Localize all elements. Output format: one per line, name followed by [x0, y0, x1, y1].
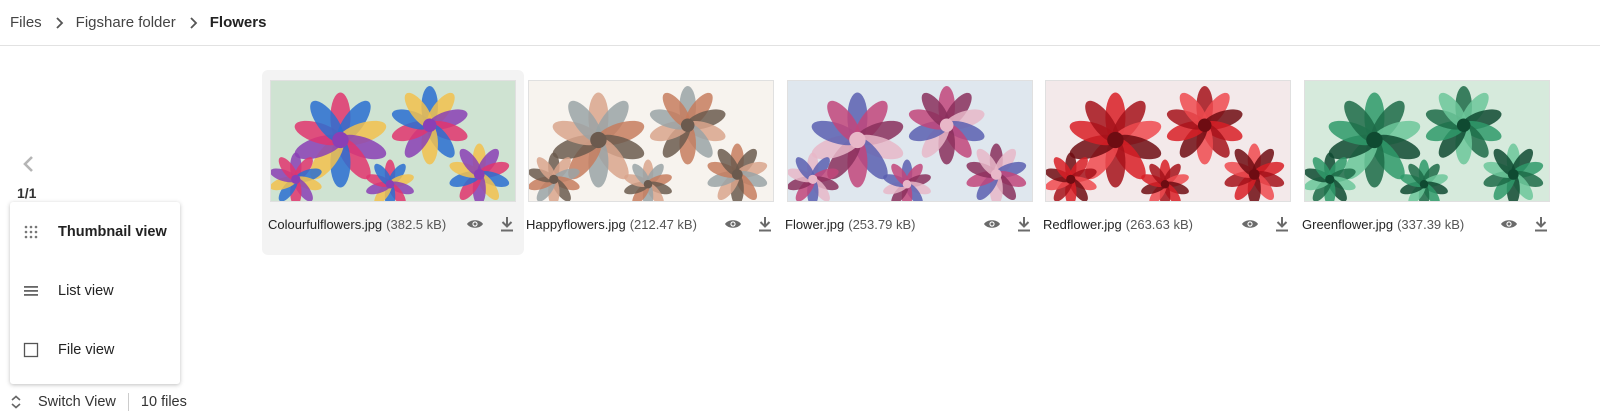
file-card[interactable]: Redflower.jpg (263.63 kB)	[1037, 70, 1299, 255]
file-thumbnail[interactable]	[787, 80, 1033, 202]
download-icon[interactable]	[1530, 214, 1552, 234]
header-divider	[0, 45, 1600, 46]
download-icon[interactable]	[1271, 214, 1293, 234]
chevron-right-icon	[54, 16, 64, 29]
download-icon[interactable]	[1013, 214, 1035, 234]
breadcrumb: Files Figshare folder Flowers	[10, 0, 1600, 45]
thumbnail-grid: Colourfulflowers.jpg (382.5 kB) Happyflo…	[262, 70, 1600, 255]
menu-item-label: List view	[58, 283, 114, 299]
file-name: Colourfulflowers.jpg	[268, 216, 383, 232]
file-size: (337.39 kB)	[1397, 216, 1465, 232]
square-icon	[21, 340, 41, 360]
file-thumbnail[interactable]	[528, 80, 774, 202]
file-size: (253.79 kB)	[848, 216, 916, 232]
menu-item-label: File view	[58, 342, 115, 358]
file-card[interactable]: Happyflowers.jpg (212.47 kB)	[520, 70, 782, 255]
switch-view-button[interactable]: Switch View	[8, 394, 116, 410]
view-menu: Thumbnail view List view File view	[10, 202, 180, 384]
file-card[interactable]: Flower.jpg (253.79 kB)	[779, 70, 1041, 255]
switch-view-label: Switch View	[38, 394, 116, 410]
menu-item-thumbnail-view[interactable]: Thumbnail view	[10, 202, 180, 262]
file-count: 10 files	[140, 394, 187, 410]
breadcrumb-figshare-folder[interactable]: Figshare folder	[76, 14, 176, 31]
file-name: Greenflower.jpg	[1302, 216, 1394, 232]
file-card[interactable]: Greenflower.jpg (337.39 kB)	[1296, 70, 1558, 255]
eye-icon[interactable]	[722, 214, 744, 234]
file-size: (263.63 kB)	[1125, 216, 1193, 232]
page-indicator: 1/1	[17, 185, 37, 201]
file-name: Flower.jpg	[785, 216, 845, 232]
chevron-right-icon	[188, 16, 198, 29]
breadcrumb-current: Flowers	[209, 14, 267, 31]
download-icon[interactable]	[754, 214, 776, 234]
download-icon[interactable]	[496, 214, 518, 234]
file-size: (212.47 kB)	[629, 216, 697, 232]
eye-icon[interactable]	[1498, 214, 1520, 234]
menu-item-file-view[interactable]: File view	[10, 320, 180, 380]
breadcrumb-files[interactable]: Files	[10, 14, 42, 31]
file-thumbnail[interactable]	[1304, 80, 1550, 202]
chevron-left-icon[interactable]	[18, 154, 38, 174]
menu-item-label: Thumbnail view	[58, 224, 167, 240]
eye-icon[interactable]	[1239, 214, 1261, 234]
file-size: (382.5 kB)	[386, 216, 447, 232]
file-thumbnail[interactable]	[270, 80, 516, 202]
grid-dots-icon	[21, 222, 41, 242]
footer-divider	[127, 393, 129, 411]
footer-bar: Switch View 10 files	[8, 391, 187, 413]
file-name: Redflower.jpg	[1043, 216, 1122, 232]
file-name: Happyflowers.jpg	[526, 216, 626, 232]
unfold-icon	[8, 394, 24, 410]
file-card[interactable]: Colourfulflowers.jpg (382.5 kB)	[262, 70, 524, 255]
eye-icon[interactable]	[464, 214, 486, 234]
eye-icon[interactable]	[981, 214, 1003, 234]
list-icon	[21, 281, 41, 301]
menu-item-list-view[interactable]: List view	[10, 261, 180, 321]
file-thumbnail[interactable]	[1045, 80, 1291, 202]
